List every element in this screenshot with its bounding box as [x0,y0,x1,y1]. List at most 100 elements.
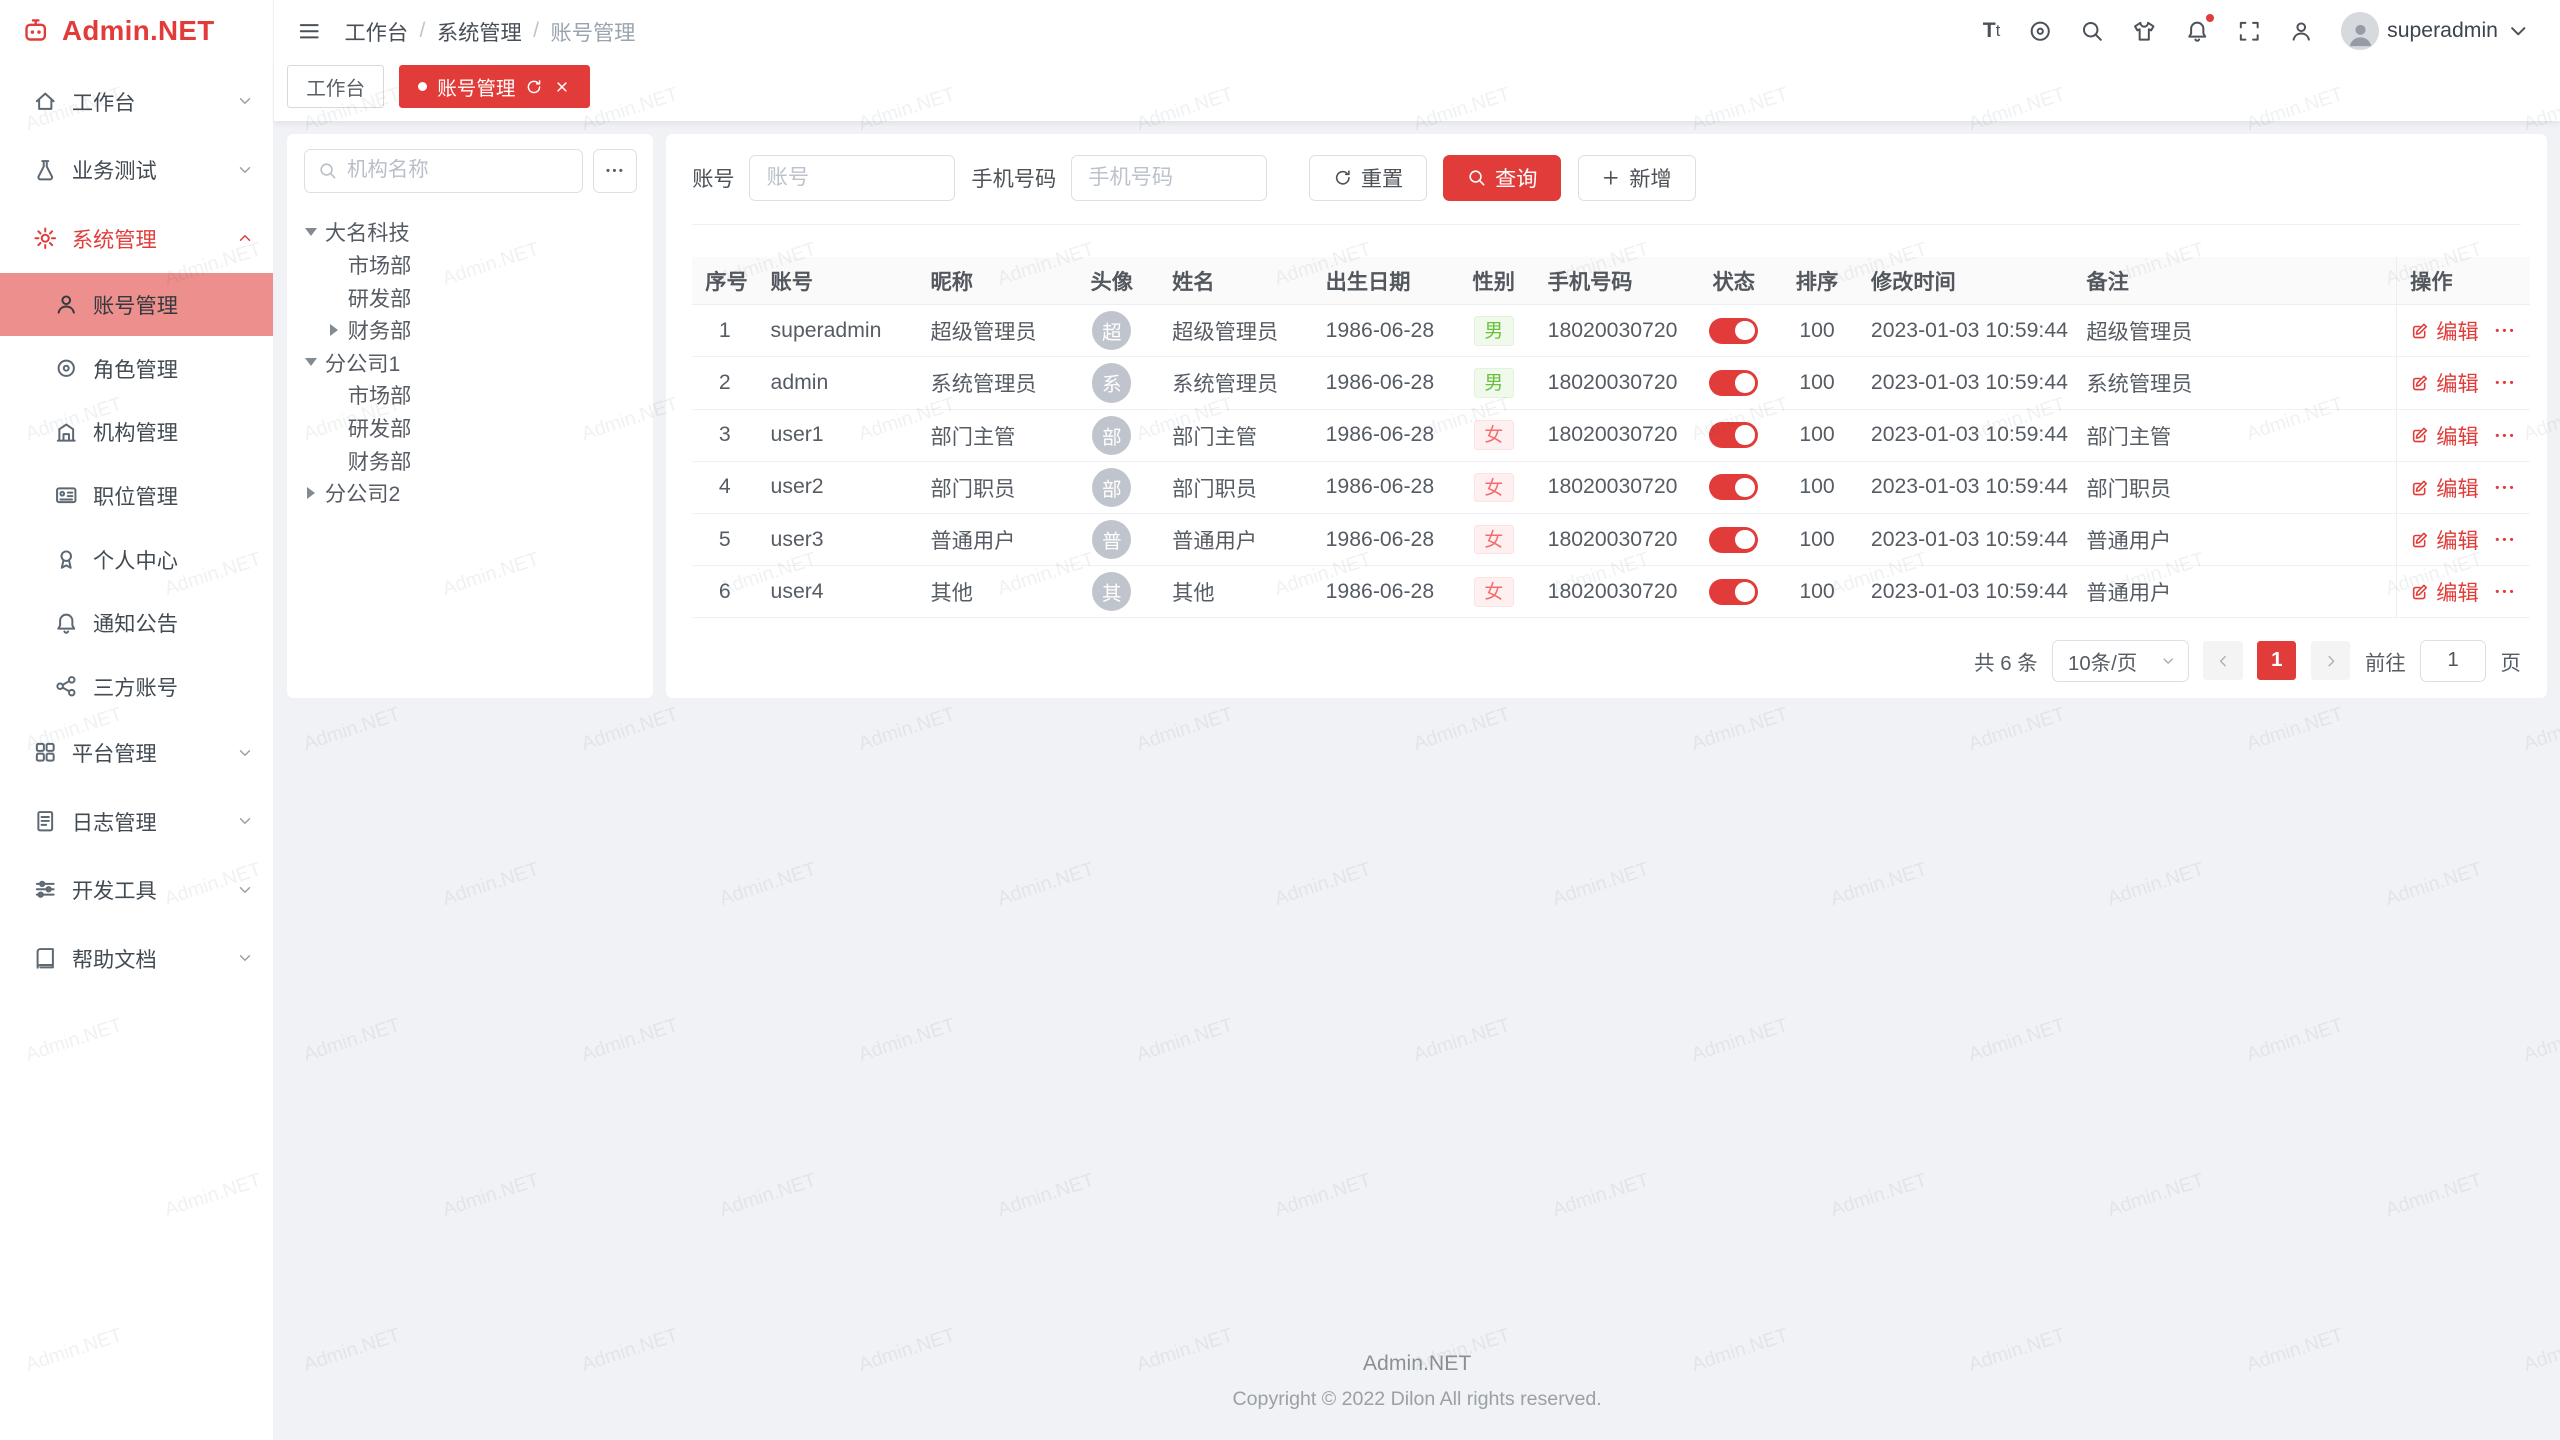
more-actions-button[interactable] [2493,580,2516,603]
sidebar-item-platform-mgmt[interactable]: 平台管理 [0,718,273,787]
more-actions-button[interactable] [2493,424,2516,447]
sidebar-item-dev-tools[interactable]: 开发工具 [0,855,273,924]
hamburger-icon[interactable] [297,19,321,43]
status-toggle[interactable] [1709,370,1758,396]
status-toggle[interactable] [1709,527,1758,553]
edit-button[interactable]: 编辑 [2410,576,2479,607]
breadcrumb-item[interactable]: 系统管理 [437,16,522,47]
search-icon [318,161,338,181]
edit-button[interactable]: 编辑 [2410,472,2479,503]
close-icon[interactable] [553,78,571,96]
tree-node[interactable]: 财务部 [304,444,637,477]
next-page-button[interactable] [2311,641,2350,680]
tree-node[interactable]: 研发部 [304,411,637,444]
refresh-icon [1333,168,1353,188]
table-row[interactable]: 3 user1 部门主管 部 部门主管 1986-06-28 女 1802003… [692,409,2530,461]
add-button[interactable]: 新增 [1578,155,1696,201]
page-size-select[interactable]: 10条/页 [2052,640,2188,682]
table-row[interactable]: 2 admin 系统管理员 系 系统管理员 1986-06-28 男 18020… [692,357,2530,409]
more-actions-button[interactable] [2493,476,2516,499]
sidebar-item-help-docs[interactable]: 帮助文档 [0,924,273,993]
sidebar-item-workbench[interactable]: 工作台 [0,67,273,136]
page-number-1[interactable]: 1 [2257,641,2296,680]
sidebar-item-personal-center[interactable]: 个人中心 [0,527,273,591]
row-avatar: 系 [1092,363,1131,402]
tree-node[interactable]: 分公司1 [304,346,637,379]
table-row[interactable]: 1 superadmin 超级管理员 超 超级管理员 1986-06-28 男 … [692,305,2530,357]
edit-button[interactable]: 编辑 [2410,524,2479,555]
chevron-down-icon [236,949,254,967]
sidebar-item-third-party-account[interactable]: 三方账号 [0,655,273,719]
table-row[interactable]: 6 user4 其他 其 其他 1986-06-28 女 18020030720… [692,566,2530,618]
plus-icon [1601,168,1621,188]
sidebar-item-notice[interactable]: 通知公告 [0,591,273,655]
notification-icon[interactable] [2185,19,2209,43]
active-dot [418,82,428,92]
org-search-box[interactable] [304,149,583,193]
caret-collapsed-icon[interactable] [304,487,319,499]
sidebar-item-business-test[interactable]: 业务测试 [0,135,273,204]
sidebar-item-role-mgmt[interactable]: 角色管理 [0,336,273,400]
logo[interactable]: Admin.NET [0,0,273,62]
page-footer: Admin.NET Copyright © 2022 Dilon All rig… [287,1352,2547,1427]
goto-page-input[interactable] [2420,640,2485,682]
cards-row: 大名科技 市场部 研发部 财务部 分公司1 市场部 研发部 财务部 分公司2 [287,134,2547,699]
reset-button[interactable]: 重置 [1309,155,1427,201]
theme-icon[interactable] [2132,19,2156,43]
tree-more-button[interactable] [593,149,637,193]
tree-node[interactable]: 财务部 [304,313,637,346]
user-icon[interactable] [2289,19,2313,43]
tree-node[interactable]: 大名科技 [304,215,637,248]
accounts-table: 序号 账号 昵称 头像 姓名 出生日期 性别 手机号码 状态 排序 修改时间 [692,257,2530,618]
sidebar-item-org-mgmt[interactable]: 机构管理 [0,400,273,464]
sidebar-item-log-mgmt[interactable]: 日志管理 [0,787,273,856]
language-icon[interactable] [2028,19,2052,43]
caret-expanded-icon[interactable] [304,228,319,236]
user-menu[interactable]: superadmin [2341,12,2530,50]
tree-node[interactable]: 市场部 [304,248,637,281]
share-icon [54,674,78,698]
footer-copyright: Copyright © 2022 Dilon All rights reserv… [287,1388,2547,1411]
table-row[interactable]: 5 user3 普通用户 普 普通用户 1986-06-28 女 1802003… [692,514,2530,566]
sidebar-item-account-mgmt[interactable]: 账号管理 [0,273,273,337]
edit-button[interactable]: 编辑 [2410,315,2479,346]
tree-node[interactable]: 分公司2 [304,477,637,510]
status-toggle[interactable] [1709,318,1758,344]
search-icon[interactable] [2080,19,2104,43]
document-icon [33,809,57,833]
more-actions-button[interactable] [2493,371,2516,394]
more-actions-button[interactable] [2493,319,2516,342]
tree-node[interactable]: 市场部 [304,379,637,412]
row-avatar: 其 [1092,572,1131,611]
building-icon [54,420,78,444]
status-toggle[interactable] [1709,474,1758,500]
fullscreen-icon[interactable] [2237,19,2261,43]
account-filter-input[interactable] [749,155,955,201]
org-tree-panel: 大名科技 市场部 研发部 财务部 分公司1 市场部 研发部 财务部 分公司2 [287,134,653,699]
status-toggle[interactable] [1709,422,1758,448]
caret-collapsed-icon[interactable] [326,324,341,336]
sidebar-item-position-mgmt[interactable]: 职位管理 [0,464,273,528]
font-size-icon[interactable]: Tt [1983,19,2001,43]
phone-filter-input[interactable] [1071,155,1267,201]
book-icon [33,946,57,970]
medal-icon [54,547,78,571]
tree-node[interactable]: 研发部 [304,281,637,314]
status-toggle[interactable] [1709,579,1758,605]
tab-workbench[interactable]: 工作台 [287,65,384,107]
query-button[interactable]: 查询 [1443,155,1561,201]
org-search-input[interactable] [347,159,569,182]
refresh-icon[interactable] [525,78,543,96]
more-actions-button[interactable] [2493,528,2516,551]
org-tree: 大名科技 市场部 研发部 财务部 分公司1 市场部 研发部 财务部 分公司2 [304,215,637,509]
caret-expanded-icon[interactable] [304,358,319,366]
sidebar-item-system-mgmt[interactable]: 系统管理 [0,204,273,273]
topbar-actions: Tt superadmin [1983,12,2531,50]
edit-button[interactable]: 编辑 [2410,367,2479,398]
tab-account-mgmt[interactable]: 账号管理 [399,65,590,107]
table-row[interactable]: 4 user2 部门职员 部 部门职员 1986-06-28 女 1802003… [692,461,2530,513]
table-header-row: 序号 账号 昵称 头像 姓名 出生日期 性别 手机号码 状态 排序 修改时间 [692,257,2530,304]
prev-page-button[interactable] [2203,641,2242,680]
edit-button[interactable]: 编辑 [2410,420,2479,451]
breadcrumb-item[interactable]: 工作台 [344,16,408,47]
